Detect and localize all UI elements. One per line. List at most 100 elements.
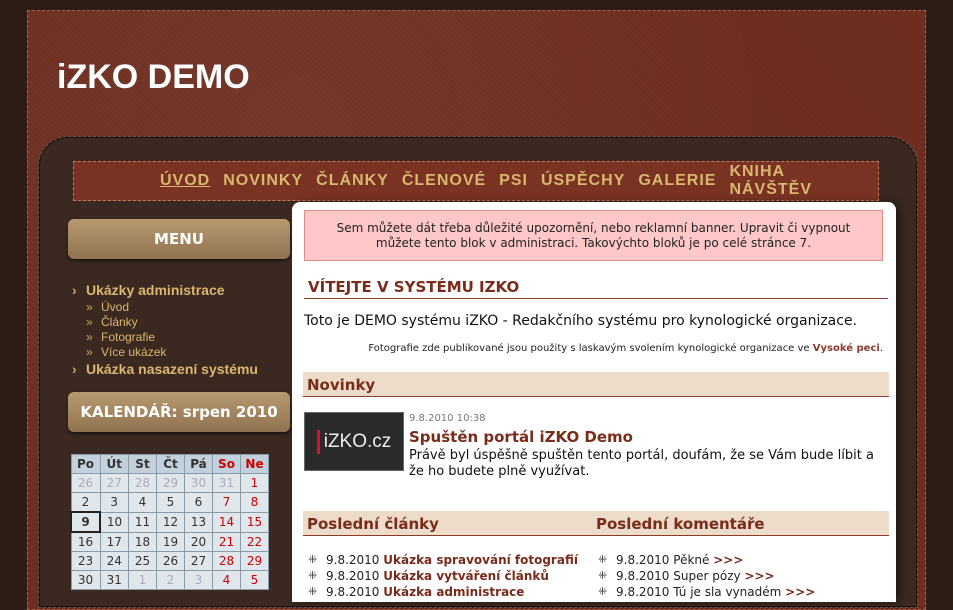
article-date: 9.8.2010 [326, 553, 380, 567]
article-link[interactable]: Ukázka administrace [383, 585, 524, 599]
calendar-day[interactable]: 11 [128, 511, 157, 533]
calendar-day[interactable]: 1 [128, 570, 157, 590]
calendar-day[interactable]: 22 [240, 531, 269, 552]
nav-uvod[interactable]: ÚVOD [160, 172, 210, 190]
menu-subitem-uvod[interactable]: Úvod [86, 300, 258, 315]
menu-heading: MENU [68, 219, 290, 259]
menu-subitem-fotografie[interactable]: Fotografie [86, 330, 258, 345]
calendar-day[interactable]: 30 [70, 570, 101, 590]
calendar-day[interactable]: 30 [184, 473, 213, 493]
calendar-day[interactable]: 8 [240, 492, 269, 513]
calendar-heading: KALENDÁŘ: srpen 2010 [68, 392, 290, 432]
comment-more-link[interactable]: >>> [744, 569, 774, 583]
comment-more-link[interactable]: >>> [713, 553, 743, 567]
photo-credit-text: Fotografie zde publikované jsou použity … [368, 343, 810, 354]
nav-clanky[interactable]: ČLÁNKY [316, 172, 389, 190]
notice-banner: Sem můžete dát třeba důležité upozornění… [304, 210, 883, 261]
calendar-day[interactable]: 16 [70, 531, 101, 552]
calendar-day[interactable]: 25 [128, 551, 157, 571]
calendar-day[interactable]: 4 [212, 570, 241, 590]
list-item: 9.8.2010 Tú je sla vynadém >>> [596, 584, 815, 600]
list-item: 9.8.2010 Ukázka administrace [306, 584, 578, 600]
calendar-day-header: So [212, 454, 241, 474]
calendar-day[interactable]: 27 [99, 473, 129, 493]
credit-end: . [879, 343, 883, 354]
calendar-day[interactable]: 28 [128, 473, 157, 493]
calendar-day[interactable]: 26 [70, 473, 101, 493]
calendar-day[interactable]: 29 [156, 473, 185, 493]
calendar-day[interactable]: 4 [128, 492, 157, 513]
calendar-day[interactable]: 28 [212, 551, 241, 571]
calendar-day[interactable]: 1 [240, 473, 269, 493]
calendar-day[interactable]: 18 [128, 531, 157, 552]
comment-text[interactable]: Super pózy [673, 569, 740, 583]
main-navigation: ÚVOD NOVINKY ČLÁNKY ČLENOVÉ PSI ÚSPĚCHY … [73, 161, 879, 201]
nav-clenove[interactable]: ČLENOVÉ [402, 172, 486, 190]
calendar-day[interactable]: 31 [99, 570, 129, 590]
calendar-day[interactable]: 29 [240, 551, 269, 571]
comments-list: 9.8.2010 Pěkné >>> 9.8.2010 Super pózy >… [596, 552, 815, 600]
menu-subitem-vice-ukazek[interactable]: Více ukázek [86, 345, 258, 360]
list-item: 9.8.2010 Ukázka spravování fotografií [306, 552, 578, 568]
calendar-day-today[interactable]: 9 [70, 511, 101, 533]
nav-kniha-navstev[interactable]: KNIHA NÁVŠTĚV [729, 163, 865, 199]
calendar-day[interactable]: 7 [212, 492, 241, 513]
article-date: 9.8.2010 [326, 585, 380, 599]
credit-link[interactable]: Vysoké peci [813, 343, 880, 354]
calendar-day[interactable]: 13 [184, 511, 213, 533]
calendar-day[interactable]: 19 [156, 531, 185, 552]
photo-credit: Fotografie zde publikované jsou použity … [368, 343, 883, 354]
logo-bar-icon [316, 429, 320, 454]
menu-item-ukazka-nasazeni[interactable]: Ukázka nasazení systému [72, 360, 258, 379]
calendar-day[interactable]: 5 [156, 492, 185, 513]
calendar-day[interactable]: 6 [184, 492, 213, 513]
calendar-day-header: St [128, 454, 157, 474]
nav-psi[interactable]: PSI [499, 172, 528, 190]
news-heading: Novinky [303, 372, 889, 397]
list-item: 9.8.2010 Ukázka vytváření článků [306, 568, 578, 584]
article-link[interactable]: Ukázka vytváření článků [383, 569, 549, 583]
comment-date: 9.8.2010 [616, 569, 670, 583]
menu-item-ukazky-administrace[interactable]: Ukázky administrace [72, 281, 258, 300]
nav-uspechy[interactable]: ÚSPĚCHY [541, 172, 625, 190]
calendar-day[interactable]: 31 [212, 473, 241, 493]
calendar-day[interactable]: 17 [99, 531, 129, 552]
calendar-day[interactable]: 10 [99, 511, 129, 533]
calendar-day[interactable]: 5 [240, 570, 269, 590]
news-title[interactable]: Spuštěn portál iZKO Demo [409, 428, 633, 446]
sidebar-menu: Ukázky administrace Úvod Články Fotograf… [72, 281, 258, 379]
content-area [292, 202, 896, 602]
comment-text[interactable]: Pěkné [673, 553, 709, 567]
calendar-day[interactable]: 2 [70, 492, 101, 513]
menu-subitem-clanky[interactable]: Články [86, 315, 258, 330]
comment-date: 9.8.2010 [616, 553, 670, 567]
calendar-day[interactable]: 27 [184, 551, 213, 571]
calendar-day-header: Út [99, 454, 129, 474]
calendar-day-header: Ne [240, 454, 269, 474]
calendar-day[interactable]: 23 [70, 551, 101, 571]
article-link[interactable]: Ukázka spravování fotografií [383, 553, 578, 567]
news-text: Právě byl úspěšně spuštěn tento portál, … [409, 448, 874, 479]
calendar-day[interactable]: 26 [156, 551, 185, 571]
list-item: 9.8.2010 Super pózy >>> [596, 568, 815, 584]
calendar-day[interactable]: 20 [184, 531, 213, 552]
comment-text[interactable]: Tú je sla vynadém [673, 585, 781, 599]
comment-date: 9.8.2010 [616, 585, 670, 599]
calendar-day[interactable]: 3 [184, 570, 213, 590]
news-thumbnail[interactable]: iZKO.cz [304, 412, 404, 471]
calendar-table: Po Út St Čt Pá So Ne 26 27 28 29 30 31 1… [70, 454, 269, 590]
site-title[interactable]: iZKO DEMO [57, 58, 250, 97]
calendar-day[interactable]: 12 [156, 511, 185, 533]
welcome-intro: Toto je DEMO systému iZKO - Redakčního s… [304, 313, 858, 329]
calendar-day[interactable]: 14 [212, 511, 241, 533]
nav-novinky[interactable]: NOVINKY [223, 172, 303, 190]
calendar-day[interactable]: 2 [156, 570, 185, 590]
calendar-day[interactable]: 24 [99, 551, 129, 571]
calendar-day-header: Po [70, 454, 101, 474]
comment-more-link[interactable]: >>> [785, 585, 815, 599]
calendar-day[interactable]: 15 [240, 511, 269, 533]
nav-galerie[interactable]: GALERIE [638, 172, 716, 190]
calendar-day[interactable]: 3 [99, 492, 129, 513]
calendar-day[interactable]: 21 [212, 531, 241, 552]
news-thumb-logo: iZKO.cz [323, 430, 392, 452]
